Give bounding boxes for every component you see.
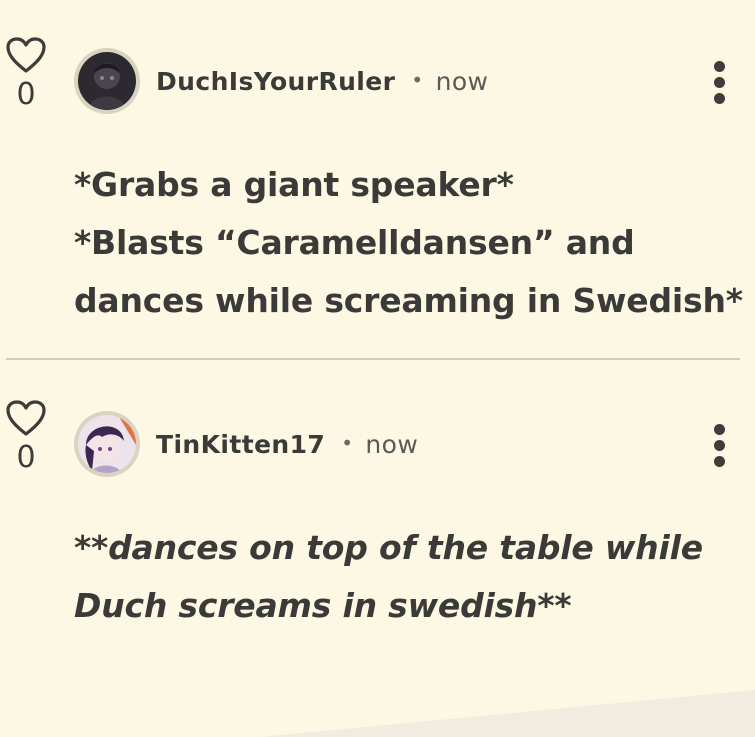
separator-dot: • [341, 431, 354, 455]
comment-body: **dances on top of the table while Duch … [74, 519, 744, 635]
avatar[interactable] [74, 411, 140, 477]
heart-outline-icon[interactable] [5, 399, 47, 437]
comment-line: Duch screams in swedish** [74, 586, 572, 625]
comment-meta: TinKitten17 • now [156, 430, 418, 459]
more-vertical-icon[interactable] [707, 424, 731, 468]
comment-item: 0 TinKitten17 • now **dances on top of the… [0, 0, 755, 737]
like-count: 0 [16, 440, 36, 475]
like-control[interactable]: 0 [4, 399, 48, 473]
avatar-image [78, 415, 136, 473]
username[interactable]: TinKitten17 [156, 430, 325, 459]
timestamp: now [365, 430, 419, 459]
comment-line: **dances on top of the table while [74, 528, 703, 567]
